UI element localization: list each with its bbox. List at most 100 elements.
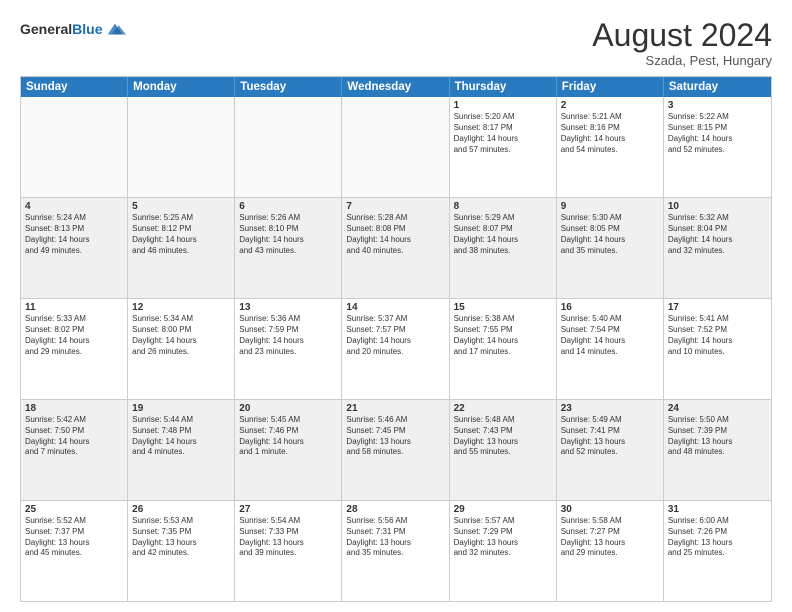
cell-info: Sunrise: 5:26 AM Sunset: 8:10 PM Dayligh… [239, 213, 337, 256]
calendar-cell: 11Sunrise: 5:33 AM Sunset: 8:02 PM Dayli… [21, 299, 128, 399]
calendar-cell: 5Sunrise: 5:25 AM Sunset: 8:12 PM Daylig… [128, 198, 235, 298]
calendar-cell: 15Sunrise: 5:38 AM Sunset: 7:55 PM Dayli… [450, 299, 557, 399]
calendar-cell: 31Sunrise: 6:00 AM Sunset: 7:26 PM Dayli… [664, 501, 771, 601]
day-number: 7 [346, 201, 444, 212]
calendar-row-4: 25Sunrise: 5:52 AM Sunset: 7:37 PM Dayli… [21, 501, 771, 601]
day-number: 17 [668, 302, 767, 313]
day-number: 27 [239, 504, 337, 515]
cell-info: Sunrise: 5:57 AM Sunset: 7:29 PM Dayligh… [454, 516, 552, 559]
day-number: 22 [454, 403, 552, 414]
calendar-cell: 30Sunrise: 5:58 AM Sunset: 7:27 PM Dayli… [557, 501, 664, 601]
day-number: 23 [561, 403, 659, 414]
cell-info: Sunrise: 5:49 AM Sunset: 7:41 PM Dayligh… [561, 415, 659, 458]
day-number: 15 [454, 302, 552, 313]
calendar-body: 1Sunrise: 5:20 AM Sunset: 8:17 PM Daylig… [21, 97, 771, 601]
day-number: 8 [454, 201, 552, 212]
cell-info: Sunrise: 5:34 AM Sunset: 8:00 PM Dayligh… [132, 314, 230, 357]
calendar-cell: 20Sunrise: 5:45 AM Sunset: 7:46 PM Dayli… [235, 400, 342, 500]
cell-info: Sunrise: 5:52 AM Sunset: 7:37 PM Dayligh… [25, 516, 123, 559]
calendar-cell: 19Sunrise: 5:44 AM Sunset: 7:48 PM Dayli… [128, 400, 235, 500]
day-number: 31 [668, 504, 767, 515]
calendar-header: SundayMondayTuesdayWednesdayThursdayFrid… [21, 77, 771, 97]
cell-info: Sunrise: 5:46 AM Sunset: 7:45 PM Dayligh… [346, 415, 444, 458]
calendar-cell: 2Sunrise: 5:21 AM Sunset: 8:16 PM Daylig… [557, 97, 664, 197]
calendar-cell: 26Sunrise: 5:53 AM Sunset: 7:35 PM Dayli… [128, 501, 235, 601]
calendar-cell: 14Sunrise: 5:37 AM Sunset: 7:57 PM Dayli… [342, 299, 449, 399]
location: Szada, Pest, Hungary [592, 53, 772, 68]
day-number: 4 [25, 201, 123, 212]
calendar-cell [342, 97, 449, 197]
cell-info: Sunrise: 5:45 AM Sunset: 7:46 PM Dayligh… [239, 415, 337, 458]
calendar-cell: 6Sunrise: 5:26 AM Sunset: 8:10 PM Daylig… [235, 198, 342, 298]
day-number: 26 [132, 504, 230, 515]
cell-info: Sunrise: 5:32 AM Sunset: 8:04 PM Dayligh… [668, 213, 767, 256]
cell-info: Sunrise: 5:54 AM Sunset: 7:33 PM Dayligh… [239, 516, 337, 559]
day-number: 18 [25, 403, 123, 414]
day-number: 3 [668, 100, 767, 111]
day-number: 25 [25, 504, 123, 515]
day-number: 20 [239, 403, 337, 414]
day-number: 24 [668, 403, 767, 414]
day-number: 11 [25, 302, 123, 313]
weekday-header-monday: Monday [128, 77, 235, 97]
cell-info: Sunrise: 5:48 AM Sunset: 7:43 PM Dayligh… [454, 415, 552, 458]
cell-info: Sunrise: 5:33 AM Sunset: 8:02 PM Dayligh… [25, 314, 123, 357]
calendar: SundayMondayTuesdayWednesdayThursdayFrid… [20, 76, 772, 602]
day-number: 6 [239, 201, 337, 212]
cell-info: Sunrise: 5:22 AM Sunset: 8:15 PM Dayligh… [668, 112, 767, 155]
logo-icon [104, 18, 126, 40]
day-number: 21 [346, 403, 444, 414]
cell-info: Sunrise: 5:38 AM Sunset: 7:55 PM Dayligh… [454, 314, 552, 357]
cell-info: Sunrise: 5:28 AM Sunset: 8:08 PM Dayligh… [346, 213, 444, 256]
day-number: 12 [132, 302, 230, 313]
calendar-cell [21, 97, 128, 197]
weekday-header-wednesday: Wednesday [342, 77, 449, 97]
calendar-cell [235, 97, 342, 197]
calendar-row-3: 18Sunrise: 5:42 AM Sunset: 7:50 PM Dayli… [21, 400, 771, 501]
calendar-cell: 25Sunrise: 5:52 AM Sunset: 7:37 PM Dayli… [21, 501, 128, 601]
day-number: 29 [454, 504, 552, 515]
calendar-cell: 1Sunrise: 5:20 AM Sunset: 8:17 PM Daylig… [450, 97, 557, 197]
day-number: 19 [132, 403, 230, 414]
page: GeneralBlue August 2024 Szada, Pest, Hun… [0, 0, 792, 612]
logo-general: GeneralBlue [20, 21, 102, 38]
day-number: 16 [561, 302, 659, 313]
calendar-cell: 10Sunrise: 5:32 AM Sunset: 8:04 PM Dayli… [664, 198, 771, 298]
calendar-cell: 28Sunrise: 5:56 AM Sunset: 7:31 PM Dayli… [342, 501, 449, 601]
day-number: 30 [561, 504, 659, 515]
day-number: 5 [132, 201, 230, 212]
month-title: August 2024 [592, 18, 772, 53]
cell-info: Sunrise: 5:29 AM Sunset: 8:07 PM Dayligh… [454, 213, 552, 256]
cell-info: Sunrise: 5:40 AM Sunset: 7:54 PM Dayligh… [561, 314, 659, 357]
cell-info: Sunrise: 5:42 AM Sunset: 7:50 PM Dayligh… [25, 415, 123, 458]
day-number: 10 [668, 201, 767, 212]
day-number: 1 [454, 100, 552, 111]
calendar-cell: 18Sunrise: 5:42 AM Sunset: 7:50 PM Dayli… [21, 400, 128, 500]
calendar-cell: 22Sunrise: 5:48 AM Sunset: 7:43 PM Dayli… [450, 400, 557, 500]
day-number: 28 [346, 504, 444, 515]
cell-info: Sunrise: 5:50 AM Sunset: 7:39 PM Dayligh… [668, 415, 767, 458]
title-block: August 2024 Szada, Pest, Hungary [592, 18, 772, 68]
calendar-cell: 23Sunrise: 5:49 AM Sunset: 7:41 PM Dayli… [557, 400, 664, 500]
calendar-cell: 4Sunrise: 5:24 AM Sunset: 8:13 PM Daylig… [21, 198, 128, 298]
calendar-cell: 7Sunrise: 5:28 AM Sunset: 8:08 PM Daylig… [342, 198, 449, 298]
cell-info: Sunrise: 5:21 AM Sunset: 8:16 PM Dayligh… [561, 112, 659, 155]
logo: GeneralBlue [20, 18, 126, 40]
calendar-cell: 8Sunrise: 5:29 AM Sunset: 8:07 PM Daylig… [450, 198, 557, 298]
weekday-header-tuesday: Tuesday [235, 77, 342, 97]
day-number: 2 [561, 100, 659, 111]
weekday-header-friday: Friday [557, 77, 664, 97]
cell-info: Sunrise: 5:20 AM Sunset: 8:17 PM Dayligh… [454, 112, 552, 155]
calendar-cell: 29Sunrise: 5:57 AM Sunset: 7:29 PM Dayli… [450, 501, 557, 601]
calendar-cell: 21Sunrise: 5:46 AM Sunset: 7:45 PM Dayli… [342, 400, 449, 500]
cell-info: Sunrise: 5:37 AM Sunset: 7:57 PM Dayligh… [346, 314, 444, 357]
cell-info: Sunrise: 5:44 AM Sunset: 7:48 PM Dayligh… [132, 415, 230, 458]
weekday-header-saturday: Saturday [664, 77, 771, 97]
cell-info: Sunrise: 5:30 AM Sunset: 8:05 PM Dayligh… [561, 213, 659, 256]
calendar-row-1: 4Sunrise: 5:24 AM Sunset: 8:13 PM Daylig… [21, 198, 771, 299]
calendar-cell: 17Sunrise: 5:41 AM Sunset: 7:52 PM Dayli… [664, 299, 771, 399]
cell-info: Sunrise: 5:25 AM Sunset: 8:12 PM Dayligh… [132, 213, 230, 256]
cell-info: Sunrise: 6:00 AM Sunset: 7:26 PM Dayligh… [668, 516, 767, 559]
calendar-cell: 3Sunrise: 5:22 AM Sunset: 8:15 PM Daylig… [664, 97, 771, 197]
day-number: 9 [561, 201, 659, 212]
